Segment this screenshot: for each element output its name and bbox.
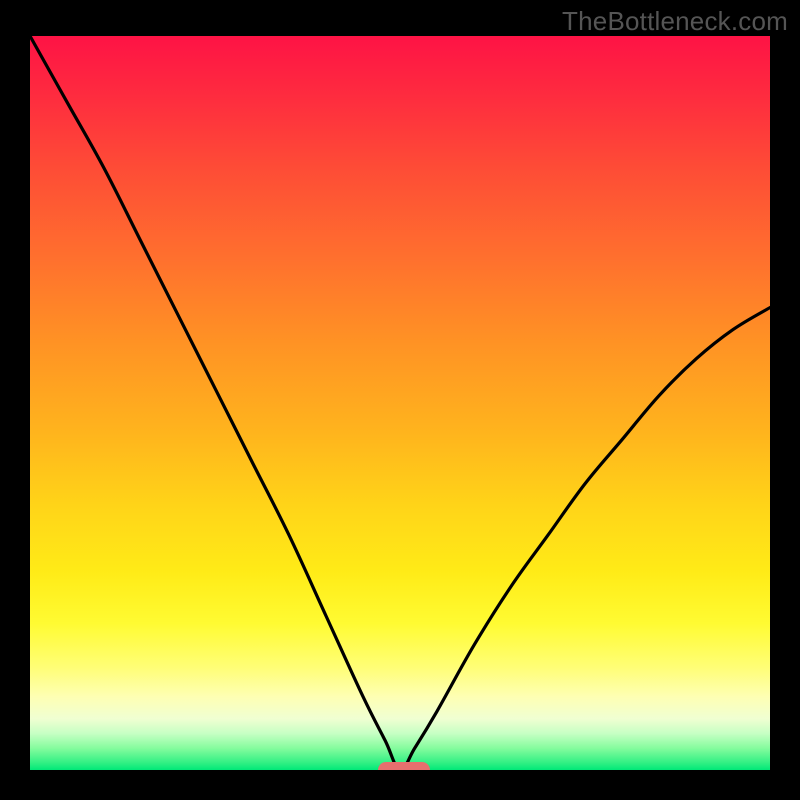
attribution-text: TheBottleneck.com <box>562 6 788 37</box>
bottleneck-curve-path <box>30 36 770 770</box>
optimal-marker <box>378 762 430 770</box>
chart-frame: TheBottleneck.com <box>0 0 800 800</box>
curve-svg <box>30 36 770 770</box>
plot-area <box>30 36 770 770</box>
